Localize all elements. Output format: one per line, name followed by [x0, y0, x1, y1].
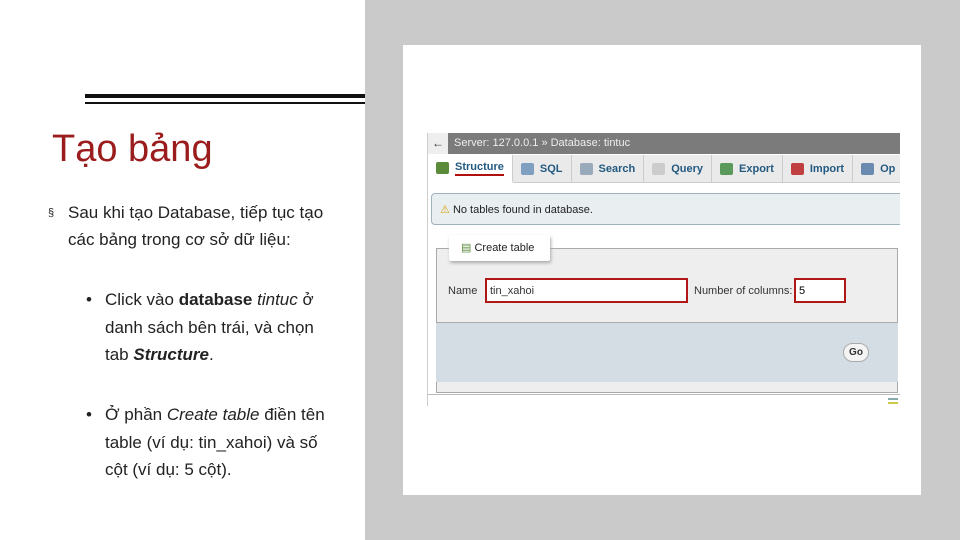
notice-box: ⚠ No tables found in database. — [431, 193, 900, 225]
tab-sql[interactable]: SQL — [513, 155, 572, 183]
sql-icon — [520, 163, 534, 175]
create-table-icon: ▤ — [461, 242, 472, 254]
structure-icon — [436, 162, 449, 174]
number-of-columns-input[interactable] — [794, 278, 846, 303]
square-bullet-icon: § — [48, 207, 55, 219]
breadcrumb[interactable]: Server: 127.0.0.1 » Database: tintuc — [454, 137, 630, 149]
bullet-dot-icon: • — [86, 405, 92, 424]
tab-export[interactable]: Export — [712, 155, 783, 183]
tab-operations[interactable]: Op — [853, 155, 900, 183]
number-of-columns-label: Number of columns: — [694, 285, 793, 297]
text: . — [208, 345, 214, 364]
console-icon[interactable] — [888, 398, 898, 404]
notice-text: No tables found in database. — [452, 204, 593, 216]
export-icon — [720, 163, 734, 175]
sub-bullet-1: • Click vào database tintuc ở danh sách … — [86, 286, 336, 369]
bullet-1: § Sau khi tạo Database, tiếp tục tạo các… — [48, 199, 348, 253]
back-arrow-icon[interactable]: ← — [428, 133, 448, 154]
search-icon — [579, 163, 593, 175]
import-icon — [790, 163, 804, 175]
tab-search[interactable]: Search — [572, 155, 645, 183]
phpmyadmin-screenshot: ← Server: 127.0.0.1 » Database: tintuc S… — [427, 133, 900, 406]
wrench-icon — [861, 163, 875, 175]
fieldset-footer — [436, 322, 898, 382]
create-table-legend: ▤ Create table — [449, 235, 550, 261]
query-icon — [652, 163, 666, 175]
text-bold-italic: Structure — [133, 345, 209, 364]
go-button[interactable]: Go — [843, 343, 869, 362]
divider — [428, 394, 900, 395]
bullet-dot-icon: • — [86, 290, 92, 309]
text-bold: database — [178, 290, 258, 309]
text: Click vào — [105, 290, 179, 309]
tab-query[interactable]: Query — [644, 155, 713, 183]
warning-icon: ⚠ — [440, 204, 450, 216]
text-italic: Create table — [166, 405, 260, 424]
bullet-1-text: Sau khi tạo Database, tiếp tục tạo các b… — [68, 203, 324, 249]
tab-bar: Structure SQL Search Query Export Import… — [428, 155, 900, 183]
create-table-label: Create table — [474, 242, 535, 254]
tab-import[interactable]: Import — [783, 155, 854, 183]
sub-bullet-2: • Ở phần Create table điền tên table (ví… — [86, 401, 336, 484]
table-name-input[interactable] — [485, 278, 688, 303]
text-italic: tintuc — [257, 290, 298, 309]
decorative-double-line — [85, 94, 365, 104]
tab-structure[interactable]: Structure — [428, 155, 513, 183]
breadcrumb-bar: ← Server: 127.0.0.1 » Database: tintuc — [428, 133, 900, 154]
slide-title: Tạo bảng — [52, 128, 213, 170]
text: Ở phần — [105, 405, 167, 424]
name-label: Name — [448, 285, 478, 297]
